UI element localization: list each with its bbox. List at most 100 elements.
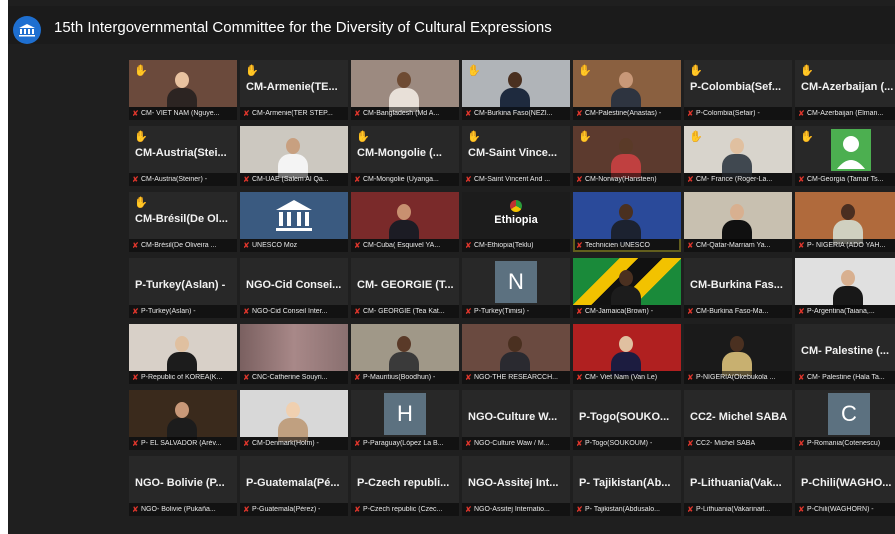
participant-tile[interactable]: ✋ ✘ CM- VIET NAM (Nguye... bbox=[129, 60, 237, 120]
participant-tile[interactable]: ✘ P-Argentina(Taiana,... bbox=[795, 258, 895, 318]
participant-name-bar: ✘ P-Lithuania(Vakarinait... bbox=[684, 503, 792, 516]
participant-name-bar: ✘ NGO-Assitej Internatio... bbox=[462, 503, 570, 516]
participant-name: CM-Brésil(De Oliveira ... bbox=[141, 242, 217, 249]
participant-tile[interactable]: NGO-Cid Consei... ✘ NGO-Cid Conseil Inter.… bbox=[240, 258, 348, 318]
mic-muted-icon: ✘ bbox=[687, 439, 694, 448]
participant-name-bar: ✘ NGO- Bolivie (Pukaña... bbox=[129, 503, 237, 516]
participant-tile[interactable]: H ✘ P-Paraguay(López La B... bbox=[351, 390, 459, 450]
mic-muted-icon: ✘ bbox=[132, 439, 139, 448]
participant-tile[interactable]: ✘ P-NIGERIA(Okebukola ... bbox=[684, 324, 792, 384]
participant-tile[interactable]: P-Chili(WAGHO... ✘ P-Chili(WAGHORN) - bbox=[795, 456, 895, 516]
participant-name-bar: ✘ P-Turkey(Aslan) - bbox=[129, 305, 237, 318]
mic-muted-icon: ✘ bbox=[132, 109, 139, 118]
participant-display-name: P-Togo(SOUKO... bbox=[579, 411, 670, 423]
participant-name-bar: ✘ P- Tajikistan(Abdusalo... bbox=[573, 503, 681, 516]
participant-tile[interactable]: ✘ P-Republic of KOREA(K... bbox=[129, 324, 237, 384]
participant-video bbox=[573, 258, 681, 310]
participant-name-bar: ✘ P-Colombia(Sefair) - bbox=[684, 107, 792, 120]
participant-tile[interactable]: N ✘ P-Turkey(Timisi) - bbox=[462, 258, 570, 318]
participant-tile[interactable]: ✋ ✘ CM-Burkina Faso(NEZI... bbox=[462, 60, 570, 120]
participant-tile[interactable]: ✘ Technicien UNESCO bbox=[573, 192, 681, 252]
participant-figure bbox=[722, 204, 752, 244]
mic-muted-icon: ✘ bbox=[132, 307, 139, 316]
mic-muted-icon: ✘ bbox=[354, 241, 361, 250]
participant-tile[interactable]: ✘ NGO-THE RESEARCCH... bbox=[462, 324, 570, 384]
mic-muted-icon: ✘ bbox=[798, 307, 805, 316]
participant-name-bar: ✘ CM-Palestine(Anastas) - bbox=[573, 107, 681, 120]
participant-tile[interactable]: ✘ CM-Jamaica(Brown) - bbox=[573, 258, 681, 318]
participant-name-bar: ✘ CM-UAE (Salem Al Qa... bbox=[240, 173, 348, 186]
participant-tile[interactable]: ✘ CM-Bangladesh (Md A... bbox=[351, 60, 459, 120]
raised-hand-icon: ✋ bbox=[467, 65, 481, 77]
participant-name-bar: ✘ CM-Azerbaijan (Elman... bbox=[795, 107, 895, 120]
unesco-logo-icon[interactable] bbox=[13, 16, 41, 44]
participant-video bbox=[684, 192, 792, 244]
participant-tile[interactable]: CM-Brésil(De Ol... ✋ ✘ CM-Brésil(De Oliveir… bbox=[129, 192, 237, 252]
participant-name: CM-Burkina Faso-Ma... bbox=[696, 308, 769, 315]
participant-tile[interactable]: CC2- Michel SABA ✘ CC2- Michel SABA bbox=[684, 390, 792, 450]
participant-name: CM-Burkina Faso(NEZI... bbox=[474, 110, 553, 117]
participant-tile[interactable]: CM-Mongolie (... ✋ ✘ CM-Mongolie (Uyanga... bbox=[351, 126, 459, 186]
participant-tile[interactable]: P-Lithuania(Vak... ✘ P-Lithuania(Vakarinai… bbox=[684, 456, 792, 516]
raised-hand-icon: ✋ bbox=[800, 131, 814, 143]
participant-tile[interactable]: ✋ ✘ CM-Palestine(Anastas) - bbox=[573, 60, 681, 120]
participant-tile[interactable]: P-Colombia(Sef... ✋ ✘ P-Colombia(Sefair) - bbox=[684, 60, 792, 120]
participant-name: P-Turkey(Aslan) - bbox=[141, 308, 196, 315]
participant-tile[interactable]: ✘ P- NIGERIA (ADO YAH... bbox=[795, 192, 895, 252]
participant-tile[interactable]: ✘ CM-Qatar-Marriam Ya... bbox=[684, 192, 792, 252]
participant-tile[interactable]: CM-Austria(Stei... ✋ ✘ CM-Austria(Steiner) … bbox=[129, 126, 237, 186]
mic-muted-icon: ✘ bbox=[465, 241, 472, 250]
participant-grid: ✋ ✘ CM- VIET NAM (Nguye... CM-Armenie(TE...… bbox=[129, 60, 895, 518]
mic-muted-icon: ✘ bbox=[687, 307, 694, 316]
participant-tile[interactable]: NGO-Assitej Int... ✘ NGO-Assitej Internati… bbox=[462, 456, 570, 516]
participant-tile[interactable]: NGO-Culture W... ✘ NGO-Culture Waw / M... bbox=[462, 390, 570, 450]
participant-name: CM-Armenie(TER STEP... bbox=[252, 110, 333, 117]
participant-name: CM-Saint Vincent And ... bbox=[474, 176, 551, 183]
participant-name: NGO- Bolivie (Pukaña... bbox=[141, 506, 216, 513]
participant-name-bar: ✘ CC2- Michel SABA bbox=[684, 437, 792, 450]
participant-display-name: P-Chili(WAGHO... bbox=[801, 477, 892, 489]
participant-tile[interactable]: ✋ ✘ CM-Norway(Hansteen) bbox=[573, 126, 681, 186]
mic-muted-icon: ✘ bbox=[576, 241, 583, 250]
participant-figure bbox=[611, 336, 641, 376]
participant-tile[interactable]: P-Czech republi... ✘ P-Czech republic (Cze… bbox=[351, 456, 459, 516]
participant-figure bbox=[611, 204, 641, 244]
participant-tile[interactable]: ✋ ✘ CM-Georgia (Tamar Ts... bbox=[795, 126, 895, 186]
participant-tile[interactable]: CM-Azerbaijan (... ✋ ✘ CM-Azerbaijan (Elman… bbox=[795, 60, 895, 120]
participant-tile[interactable]: C ✘ P-Romania(Cotenescu) bbox=[795, 390, 895, 450]
participant-tile[interactable]: ✘ CM-Cuba( Esquivel YA... bbox=[351, 192, 459, 252]
participant-display-name: CC2- Michel SABA bbox=[690, 411, 788, 423]
participant-tile[interactable]: ✘ UNESCO Moz bbox=[240, 192, 348, 252]
participant-tile[interactable]: CM- GEORGIE (T... ✘ CM- GEORGIE (Tea Kat..… bbox=[351, 258, 459, 318]
participant-display-name: CM-Mongolie (... bbox=[357, 147, 442, 159]
participant-tile[interactable]: ✘ CM-Denmark(Holm) - bbox=[240, 390, 348, 450]
participant-display-name: CM-Armenie(TE... bbox=[246, 81, 338, 93]
participant-tile[interactable]: CM-Burkina Fas... ✘ CM-Burkina Faso-Ma... bbox=[684, 258, 792, 318]
participant-tile[interactable]: P- Tajikistan(Ab... ✘ P- Tajikistan(Abdusa… bbox=[573, 456, 681, 516]
participant-tile[interactable]: ✘ CM- Viet Nam (Van Le) bbox=[573, 324, 681, 384]
mic-muted-icon: ✘ bbox=[687, 373, 694, 382]
participant-video bbox=[351, 324, 459, 376]
participant-tile[interactable]: ✘ CM-UAE (Salem Al Qa... bbox=[240, 126, 348, 186]
participant-tile[interactable]: NGO- Bolivie (P... ✘ NGO- Bolivie (Pukaña.… bbox=[129, 456, 237, 516]
participant-name-bar: ✘ CM-Norway(Hansteen) bbox=[573, 173, 681, 186]
participant-tile[interactable]: P-Guatemala(Pé... ✘ P-Guatemala(Pérez) - bbox=[240, 456, 348, 516]
participant-name-bar: ✘ CM-Bangladesh (Md A... bbox=[351, 107, 459, 120]
participant-tile[interactable]: CM-Armenie(TE... ✋ ✘ CM-Armenie(TER STEP... bbox=[240, 60, 348, 120]
participant-name: UNESCO Moz bbox=[252, 242, 298, 249]
participant-tile[interactable]: CM- Palestine (... ✘ CM- Palestine (Hala T… bbox=[795, 324, 895, 384]
participant-tile[interactable]: Ethiopia ✘ CM-Ethiopia(Teklu) bbox=[462, 192, 570, 252]
participant-tile[interactable]: ✋ ✘ CM- France (Roger-La... bbox=[684, 126, 792, 186]
participant-tile[interactable]: ✘ P- EL SALVADOR (Arév... bbox=[129, 390, 237, 450]
participant-tile[interactable]: ✘ P-Mauritius(Boodhun) - bbox=[351, 324, 459, 384]
participant-tile[interactable]: P-Togo(SOUKO... ✘ P-Togo(SOUKOUM) - bbox=[573, 390, 681, 450]
participant-display-name: NGO- Bolivie (P... bbox=[135, 477, 225, 489]
participant-tile[interactable]: CM-Saint Vince... ✋ ✘ CM-Saint Vincent And … bbox=[462, 126, 570, 186]
participant-tile[interactable]: P-Turkey(Aslan) - ✘ P-Turkey(Aslan) - bbox=[129, 258, 237, 318]
participant-display-name: CM- GEORGIE (T... bbox=[357, 279, 454, 291]
mic-muted-icon: ✘ bbox=[132, 241, 139, 250]
participant-tile[interactable]: ✘ CNC-Catherine Souyri... bbox=[240, 324, 348, 384]
raised-hand-icon: ✋ bbox=[578, 131, 592, 143]
participant-name: P-Romania(Cotenescu) bbox=[807, 440, 881, 447]
mic-muted-icon: ✘ bbox=[798, 439, 805, 448]
